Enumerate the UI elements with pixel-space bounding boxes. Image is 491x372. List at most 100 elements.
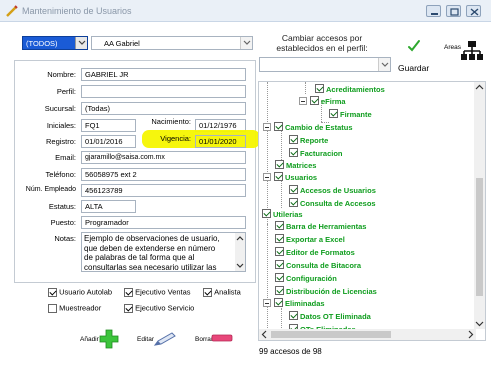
checkbox-box[interactable]: [48, 303, 57, 313]
notas-scrollbar[interactable]: [235, 233, 245, 271]
user-dropdown-button[interactable]: [240, 37, 252, 49]
close-button[interactable]: [466, 5, 481, 17]
tree-node-checkbox[interactable]: [289, 198, 298, 207]
tree-node-checkbox[interactable]: [274, 172, 283, 181]
tree-node-checkbox[interactable]: [315, 84, 324, 93]
tree-node-label: Utilerias: [273, 210, 303, 219]
user-select[interactable]: AA Gabriel: [91, 36, 253, 50]
checkbox-box[interactable]: [124, 287, 133, 297]
tree-node-checkbox[interactable]: [289, 311, 298, 320]
tree-node-checkbox[interactable]: [310, 96, 319, 105]
tree-node-barra-de-herramientas[interactable]: Barra de Herramientas: [275, 221, 366, 232]
collapse-icon[interactable]: [263, 173, 271, 181]
profile-dropdown-button[interactable]: [378, 58, 390, 71]
notas-line: consultarlas sea necesario utilizar las: [84, 262, 217, 272]
nombre-field[interactable]: GABRIEL JR: [81, 68, 246, 81]
tree-node-checkbox[interactable]: [275, 234, 284, 243]
registro-field[interactable]: 01/01/2016: [81, 135, 136, 148]
org-chart-icon[interactable]: [460, 40, 484, 62]
tree-node-checkbox[interactable]: [274, 122, 283, 131]
pencil-icon[interactable]: [153, 331, 177, 347]
tree-node-checkbox[interactable]: [275, 260, 284, 269]
tree-node-cambio-de-estatus[interactable]: Cambio de Estatus: [263, 122, 353, 133]
tree-node-checkbox[interactable]: [275, 160, 284, 169]
tree-node-label: Accesos de Usuarios: [300, 186, 376, 195]
save-label[interactable]: Guardar: [398, 63, 429, 73]
tree-node-matrices[interactable]: Matrices: [275, 160, 316, 171]
scroll-up-icon[interactable]: [474, 82, 485, 92]
tree-node-usuarios[interactable]: Usuarios: [263, 172, 317, 183]
checkbox-box[interactable]: [124, 303, 133, 313]
profile-select[interactable]: [259, 57, 391, 72]
collapse-icon[interactable]: [263, 123, 271, 131]
tree-node-checkbox[interactable]: [275, 273, 284, 282]
checkbox-box[interactable]: [203, 287, 212, 297]
filter-dropdown-button[interactable]: [75, 37, 87, 49]
filter-select[interactable]: (TODOS): [22, 36, 88, 50]
checkmark-icon[interactable]: [407, 39, 421, 53]
perfil-field[interactable]: [81, 85, 246, 98]
tree-node-efirma[interactable]: eFirma: [299, 96, 346, 107]
iniciales-field[interactable]: FQ1: [81, 119, 136, 132]
tree-node-checkbox[interactable]: [262, 209, 271, 218]
telefono-field[interactable]: 56058975 ext 2: [81, 168, 246, 181]
email-field[interactable]: gjaramillo@saisa.com.mx: [81, 151, 246, 164]
tree-node-distribucion-de-licencias[interactable]: Distribución de Licencias: [275, 286, 377, 297]
tree-hscroll-thumb[interactable]: [271, 331, 391, 338]
num-empleado-field[interactable]: 456123789: [81, 184, 246, 197]
checkbox-usuario-autolab[interactable]: Usuario Autolab: [48, 287, 112, 297]
scroll-right-icon[interactable]: [466, 329, 476, 340]
notas-textarea[interactable]: Ejemplo de observaciones de usuario, que…: [81, 232, 246, 272]
tree-scroll-thumb[interactable]: [476, 178, 483, 296]
tree-node-checkbox[interactable]: [275, 286, 284, 295]
collapse-icon[interactable]: [299, 97, 307, 105]
checkbox-ejecutivo-ventas[interactable]: Ejecutivo Ventas: [124, 287, 191, 297]
tree-node-acreditamientos[interactable]: Acreditamientos: [315, 84, 385, 95]
tree-node-reporte[interactable]: Reporte: [289, 135, 328, 146]
puesto-field[interactable]: Programador: [81, 216, 246, 229]
add-plus-icon[interactable]: [99, 329, 119, 349]
tree-node-datos-ot-eliminada[interactable]: Datos OT Eliminada: [289, 311, 371, 322]
tree-node-consulta-de-bitacora[interactable]: Consulta de Bitacora: [275, 260, 361, 271]
estatus-field[interactable]: ALTA: [81, 200, 136, 213]
tree-node-checkbox[interactable]: [289, 185, 298, 194]
tree-node-eliminadas[interactable]: Eliminadas: [263, 298, 325, 309]
vigencia-field[interactable]: 01/01/2020: [195, 135, 246, 148]
tree-node-firmante[interactable]: Firmante: [329, 109, 372, 120]
tree-node-checkbox[interactable]: [289, 148, 298, 157]
tree-node-consulta-de-accesos[interactable]: Consulta de Accesos: [289, 198, 376, 209]
tree-node-facturacion[interactable]: Facturacion: [289, 148, 343, 159]
sucursal-label: Sucursal:: [44, 104, 76, 113]
tree-vertical-scrollbar[interactable]: [474, 82, 485, 329]
minimize-icon: [431, 13, 438, 15]
eraser-icon[interactable]: [211, 334, 233, 342]
scroll-left-icon[interactable]: [259, 329, 269, 340]
sucursal-field[interactable]: (Todas): [81, 102, 246, 115]
tree-node-checkbox[interactable]: [274, 298, 283, 307]
tree-node-accesos-de-usuarios[interactable]: Accesos de Usuarios: [289, 185, 376, 196]
tree-node-utilerias[interactable]: Utilerias: [262, 209, 303, 220]
window-title: Mantenimiento de Usuarios: [22, 6, 132, 16]
tree-node-checkbox[interactable]: [329, 109, 338, 118]
tree-node-checkbox[interactable]: [275, 247, 284, 256]
checkbox-muestreador[interactable]: Muestreador: [48, 303, 101, 313]
checkbox-ejecutivo-servicio[interactable]: Ejecutivo Servicio: [124, 303, 194, 313]
checkbox-box[interactable]: [48, 287, 57, 297]
tree-node-editor-de-formatos[interactable]: Editor de Formatos: [275, 247, 355, 258]
edit-label[interactable]: Editar: [137, 336, 154, 343]
scroll-down-icon[interactable]: [474, 319, 485, 329]
minimize-button[interactable]: [426, 5, 441, 17]
collapse-icon[interactable]: [263, 299, 271, 307]
tree-node-checkbox[interactable]: [289, 135, 298, 144]
tree-node-checkbox[interactable]: [275, 221, 284, 230]
checkbox-analista[interactable]: Analista: [203, 287, 241, 297]
areas-label[interactable]: Areas: [444, 44, 461, 51]
tree-horizontal-scrollbar[interactable]: [259, 329, 476, 340]
iniciales-label: Iniciales:: [46, 121, 76, 130]
maximize-button[interactable]: [446, 5, 461, 17]
chevron-down-icon: [381, 62, 389, 67]
add-label[interactable]: Añadir: [80, 336, 99, 343]
tree-node-configuracion[interactable]: Configuración: [275, 273, 337, 284]
nombre-label: Nombre:: [47, 70, 76, 79]
tree-node-exportar-a-excel[interactable]: Exportar a Excel: [275, 234, 345, 245]
